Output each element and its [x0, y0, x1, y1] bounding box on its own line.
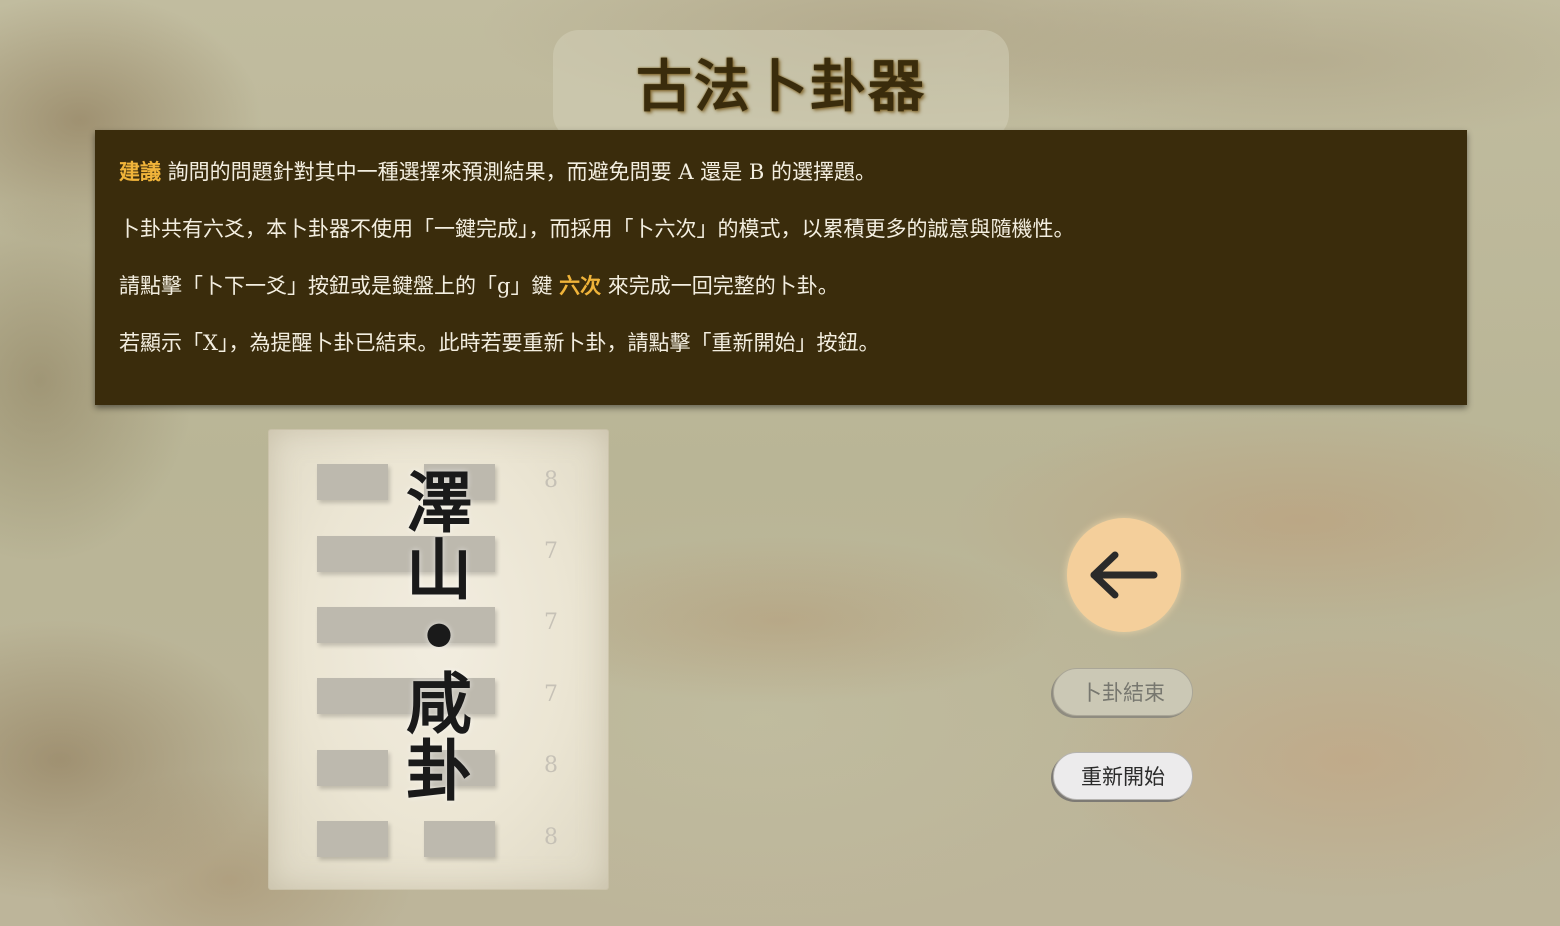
- line-value-1: 8: [544, 825, 558, 850]
- hexagram-name-separator: •: [417, 598, 461, 676]
- instruction-line-3: 請點擊「卜下一爻」按鈕或是鍵盤上的「g」鍵 六次 來完成一回完整的卜卦。: [119, 266, 1443, 323]
- line-segment: [317, 821, 388, 857]
- hexagram-name: 澤 山 • 咸 卦: [394, 470, 484, 805]
- instructions-panel: 建議 詢問的問題針對其中一種選擇來預測結果，而避免問要 A 還是 B 的選擇題。…: [95, 130, 1467, 405]
- instruction-line-4: 若顯示「X」，為提醒卜卦已結束。此時若要重新卜卦，請點擊「重新開始」按鈕。: [119, 323, 1443, 380]
- line-value-2: 8: [544, 753, 558, 778]
- hexagram-name-char: 澤: [406, 464, 472, 542]
- instruction-text-3b: 來完成一回完整的卜卦。: [601, 274, 839, 298]
- back-button[interactable]: [1067, 518, 1181, 632]
- six-times-highlight: 六次: [559, 273, 602, 298]
- restart-button[interactable]: 重新開始: [1053, 752, 1193, 800]
- instruction-line-2: 卜卦共有六爻，本卜卦器不使用「一鍵完成」，而採用「卜六次」的模式，以累積更多的誠…: [119, 209, 1443, 266]
- line-value-5: 7: [544, 539, 558, 564]
- instruction-text-3a: 請點擊「卜下一爻」按鈕或是鍵盤上的「g」鍵: [119, 274, 560, 298]
- line-segment: [317, 750, 388, 786]
- line-segment: [424, 821, 495, 857]
- line-value-6: 8: [544, 468, 558, 493]
- line-value-3: 7: [544, 682, 558, 707]
- left-arrow-icon: [1090, 551, 1158, 599]
- hexagram-name-char: 山: [406, 531, 472, 609]
- hexagram-card: 8 7 7 7 8 8 澤 山 • 咸 卦: [268, 429, 609, 890]
- instruction-text-4: 若顯示「X」，為提醒卜卦已結束。此時若要重新卜卦，請點擊「重新開始」按鈕。: [119, 331, 880, 355]
- line-value-4: 7: [544, 610, 558, 635]
- suggestion-label: 建議: [119, 159, 161, 184]
- instruction-text-2: 卜卦共有六爻，本卜卦器不使用「一鍵完成」，而採用「卜六次」的模式，以累積更多的誠…: [119, 217, 1075, 241]
- hexagram-name-char: 咸: [406, 665, 472, 743]
- hexagram-name-char: 卦: [406, 732, 472, 810]
- divination-end-button[interactable]: 卜卦結束: [1053, 668, 1193, 716]
- instruction-text-1: 詢問的問題針對其中一種選擇來預測結果，而避免問要 A 還是 B 的選擇題。: [161, 160, 876, 184]
- page-title: 古法卜卦器: [636, 54, 926, 120]
- line-segment: [317, 464, 388, 500]
- hexagram-line-1: [317, 821, 495, 857]
- instruction-line-1: 建議 詢問的問題針對其中一種選擇來預測結果，而避免問要 A 還是 B 的選擇題。: [119, 152, 1443, 209]
